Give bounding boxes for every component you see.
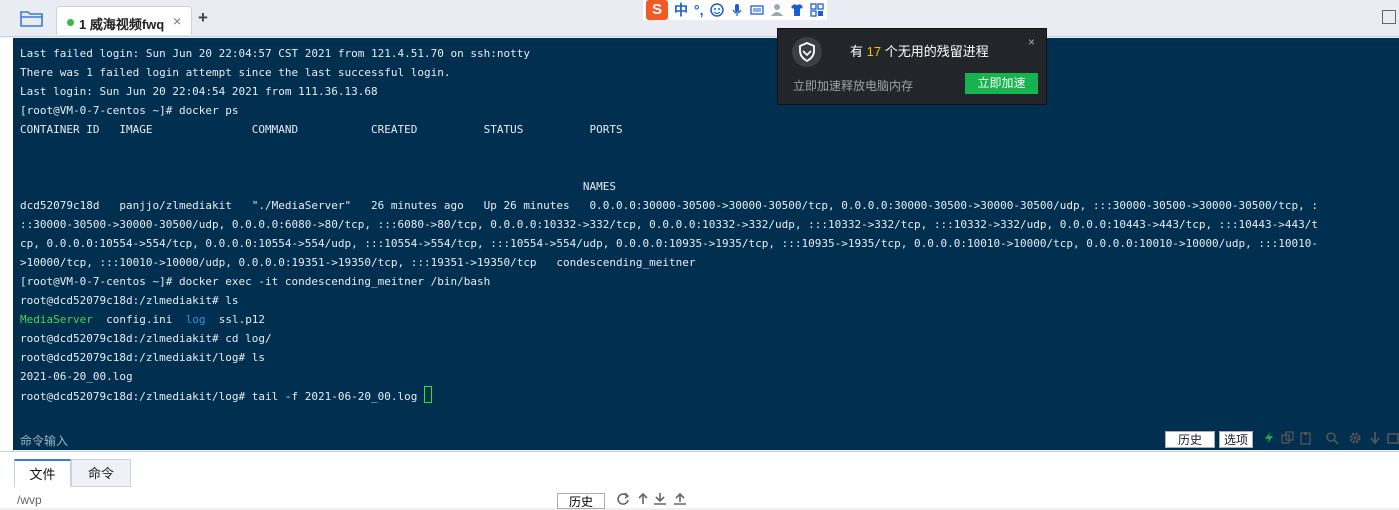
terminal-line: root@dcd52079c18d:/zlmediakit/log# ls <box>20 348 1318 367</box>
connected-status-dot <box>67 19 74 26</box>
terminal-line: root@dcd52079c18d:/zlmediakit/log# tail … <box>20 386 1318 406</box>
toolbox-grid-icon[interactable] <box>809 3 824 17</box>
terminal-text: cp, 0.0.0.0:10554->554/tcp, 0.0.0.0:1055… <box>20 237 1319 250</box>
terminal-text: [root@VM-0-7-centos ~]# docker ps <box>20 104 239 117</box>
ime-toolbar: S 中 °, <box>643 0 827 20</box>
cleanup-notification: 有 17 个无用的残留进程 × 立即加速释放电脑内存 立即加速 <box>777 28 1047 105</box>
ime-mode-toggle[interactable]: 中 <box>674 0 688 20</box>
terminal-line: >10000/tcp, :::10010->10000/udp, 0.0.0.0… <box>20 253 1318 272</box>
emoji-icon[interactable] <box>709 3 724 17</box>
notification-subtitle: 立即加速释放电脑内存 <box>793 79 914 93</box>
file-panel: 文件 命令 /wvp 历史 <box>0 451 1399 509</box>
terminal-text: >10000/tcp, :::10010->10000/udp, 0.0.0.0… <box>20 256 696 269</box>
terminal-line: root@dcd52079c18d:/zlmediakit# ls <box>20 291 1318 310</box>
terminal-text: ssl.p12 <box>205 313 266 326</box>
left-edge-strip <box>0 38 14 507</box>
notification-title: 有 17 个无用的残留进程 <box>850 44 989 59</box>
arrow-down-icon[interactable] <box>1368 431 1382 445</box>
terminal-line: cp, 0.0.0.0:10554->554/tcp, 0.0.0.0:1055… <box>20 234 1318 253</box>
terminal-output[interactable]: Last failed login: Sun Jun 20 22:04:57 C… <box>20 44 1318 406</box>
session-tab-label: 1 威海视频fwq <box>79 17 165 32</box>
terminal-line: 2021-06-20_00.log <box>20 367 1318 386</box>
terminal-text: There was 1 failed login attempt since t… <box>20 66 451 79</box>
terminal-line <box>20 158 1318 177</box>
terminal-text: root@dcd52079c18d:/zlmediakit/log# ls <box>20 351 266 364</box>
terminal-text: NAMES <box>20 180 617 193</box>
current-path[interactable]: /wvp <box>17 493 42 507</box>
terminal-text: 2021-06-20_00.log <box>20 370 133 383</box>
restore-window-icon[interactable] <box>1382 10 1396 24</box>
terminal-text: Last login: Sun Jun 20 22:04:54 2021 fro… <box>20 85 378 98</box>
terminal-line: CONTAINER ID IMAGE COMMAND CREATED STATU… <box>20 120 1318 139</box>
session-tab[interactable]: 1 威海视频fwq × <box>56 6 192 35</box>
history-button[interactable]: 历史 <box>1165 431 1215 448</box>
terminal-text: MediaServer <box>20 313 93 326</box>
refresh-icon[interactable] <box>616 492 630 506</box>
parent-directory-icon[interactable] <box>636 492 650 506</box>
terminal-cursor <box>423 386 432 403</box>
microphone-icon[interactable] <box>730 3 744 17</box>
terminal-text: log <box>185 313 206 326</box>
terminal-line: Last login: Sun Jun 20 22:04:54 2021 fro… <box>20 82 1318 101</box>
maximize-panel-icon[interactable] <box>1386 431 1399 445</box>
keyboard-icon[interactable] <box>749 3 764 17</box>
terminal-text: CONTAINER ID IMAGE COMMAND CREATED STATU… <box>20 123 623 136</box>
terminal-text: [root@VM-0-7-centos ~]# docker exec -it … <box>20 275 491 288</box>
close-tab-icon[interactable]: × <box>173 13 181 29</box>
terminal-text: root@dcd52079c18d:/zlmediakit/log# tail … <box>20 390 424 403</box>
speed-up-button[interactable]: 立即加速 <box>965 73 1038 94</box>
gear-icon[interactable] <box>1348 431 1362 445</box>
terminal-text: root@dcd52079c18d:/zlmediakit# ls <box>20 294 239 307</box>
skin-shirt-icon[interactable] <box>790 3 804 17</box>
copy-icon[interactable] <box>1281 431 1295 445</box>
terminal-line: root@dcd52079c18d:/zlmediakit# cd log/ <box>20 329 1318 348</box>
command-input-label: 命令输入 <box>20 434 69 448</box>
sogou-logo-icon[interactable]: S <box>646 0 668 20</box>
punctuation-icon[interactable]: °, <box>694 2 704 18</box>
options-button[interactable]: 选项 <box>1219 431 1253 448</box>
terminal-text: root@dcd52079c18d:/zlmediakit# cd log/ <box>20 332 272 345</box>
open-folder-icon[interactable] <box>20 9 44 27</box>
terminal-line: ::30000-30500->30000-30500/udp, 0.0.0.0:… <box>20 215 1318 234</box>
terminal-text: ::30000-30500->30000-30500/udp, 0.0.0.0:… <box>20 218 1319 231</box>
terminal-line <box>20 139 1318 158</box>
terminal-line: MediaServer config.ini log ssl.p12 <box>20 310 1318 329</box>
shield-icon <box>792 37 822 67</box>
new-tab-icon[interactable]: + <box>198 8 208 28</box>
terminal-line: [root@VM-0-7-centos ~]# docker ps <box>20 101 1318 120</box>
download-icon[interactable] <box>653 492 667 506</box>
paste-icon[interactable] <box>1299 431 1313 445</box>
terminal-panel[interactable]: Last failed login: Sun Jun 20 22:04:57 C… <box>13 38 1399 450</box>
terminal-line: [root@VM-0-7-centos ~]# docker exec -it … <box>20 272 1318 291</box>
user-icon[interactable] <box>770 3 784 17</box>
terminal-line: There was 1 failed login attempt since t… <box>20 63 1318 82</box>
terminal-line: NAMES <box>20 177 1318 196</box>
close-notification-icon[interactable]: × <box>1028 35 1035 49</box>
terminal-line: Last failed login: Sun Jun 20 22:04:57 C… <box>20 44 1318 63</box>
tab-files[interactable]: 文件 <box>14 459 71 487</box>
process-count: 17 <box>866 44 882 59</box>
terminal-text: dcd52079c18d panjjo/zlmediakit "./MediaS… <box>20 199 1319 212</box>
terminal-line: dcd52079c18d panjjo/zlmediakit "./MediaS… <box>20 196 1318 215</box>
upload-icon[interactable] <box>673 492 687 506</box>
tab-commands[interactable]: 命令 <box>71 459 131 487</box>
lightning-icon[interactable] <box>1262 431 1276 445</box>
search-icon[interactable] <box>1325 431 1339 445</box>
terminal-text: config.ini <box>92 313 186 326</box>
terminal-text: Last failed login: Sun Jun 20 22:04:57 C… <box>20 47 530 60</box>
